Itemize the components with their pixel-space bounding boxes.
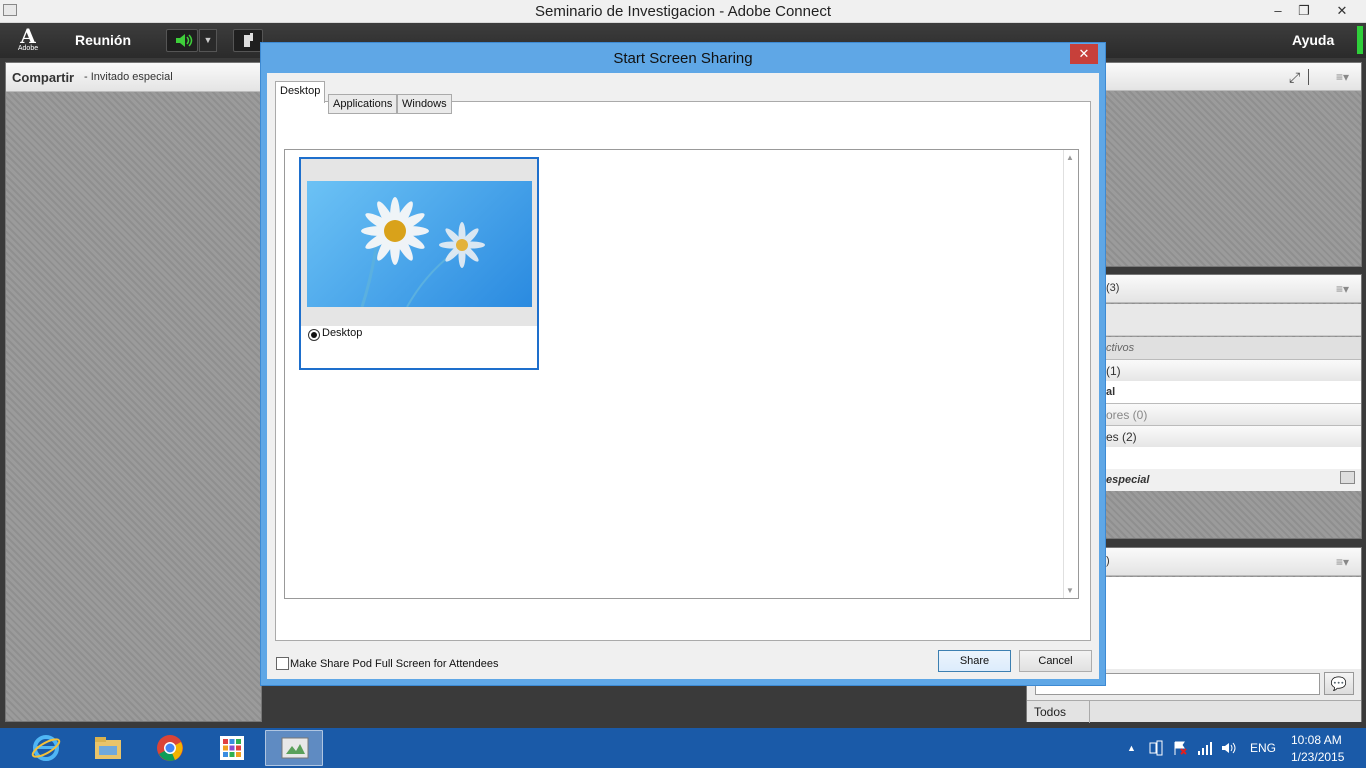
desktop-option-tile[interactable]: Desktop — [299, 157, 539, 370]
desktop-thumbnail — [307, 181, 532, 307]
fullscreen-icon[interactable]: ⤢ — [1289, 69, 1300, 86]
taskbar-file-explorer[interactable] — [79, 730, 137, 766]
adobe-connect-icon — [281, 737, 309, 759]
volume-icon[interactable] — [1220, 740, 1238, 756]
show-hidden-icons[interactable]: ▲ — [1127, 743, 1136, 753]
share-button[interactable]: Share — [938, 650, 1011, 672]
dialog-body: Desktop ▲ ▼ Make Share Pod Full Screen f… — [267, 73, 1099, 679]
scroll-down-icon[interactable]: ▼ — [1066, 586, 1074, 595]
tab-windows[interactable]: Windows — [397, 94, 452, 114]
minimize-button[interactable]: – — [1264, 0, 1292, 22]
speaker-options-caret[interactable]: ▼ — [199, 29, 217, 52]
desktop-radio[interactable] — [308, 329, 320, 341]
window-title: Seminario de Investigacion - Adobe Conne… — [534, 3, 831, 20]
share-pod: Compartir - Invitado especial — [5, 62, 262, 722]
pod-menu-icon[interactable]: ≡▾ — [1336, 555, 1349, 569]
meeting-menu[interactable]: Reunión — [75, 32, 131, 48]
taskbar-adobe-connect[interactable] — [265, 730, 323, 766]
attendee-count: (3) — [1106, 282, 1120, 294]
webcam-status-icon — [1340, 471, 1355, 484]
share-source-list: Desktop ▲ ▼ — [284, 149, 1079, 599]
action-center-flag-icon[interactable] — [1172, 740, 1188, 756]
close-window-button[interactable]: ✕ — [1326, 0, 1358, 22]
share-pod-title: Compartir — [12, 70, 75, 85]
window-title-bar: Seminario de Investigacion - Adobe Conne… — [0, 0, 1366, 23]
fullscreen-checkbox-label: Make Share Pod Full Screen for Attendees — [290, 658, 499, 670]
adobe-logo: A Adobe — [17, 24, 39, 52]
share-pod-header: Compartir - Invitado especial — [6, 63, 261, 92]
taskbar-apps[interactable] — [203, 730, 261, 766]
daisy-wallpaper-image — [360, 197, 485, 307]
start-screen-sharing-dialog: Start Screen Sharing ✕ Desktop ▲ ▼ Make … — [260, 42, 1106, 686]
file-explorer-icon — [95, 737, 121, 759]
network-signal-icon[interactable] — [1197, 740, 1213, 756]
speaker-icon — [176, 34, 193, 47]
desktop-option-label: Desktop — [322, 327, 363, 339]
raise-hand-icon — [244, 33, 253, 47]
pod-menu-icon[interactable]: ≡▾ — [1336, 70, 1349, 84]
tab-panel: Desktop ▲ ▼ — [275, 101, 1091, 641]
internet-explorer-icon — [31, 735, 61, 761]
connection-status-indicator — [1357, 26, 1363, 54]
pod-menu-icon[interactable]: ≡▾ — [1336, 282, 1349, 296]
chat-recipient-bar: Todos — [1027, 700, 1361, 723]
apps-icon — [220, 736, 244, 760]
help-menu[interactable]: Ayuda — [1292, 32, 1334, 48]
fullscreen-checkbox[interactable] — [276, 657, 289, 670]
dialog-close-button[interactable]: ✕ — [1070, 44, 1098, 64]
speaker-button[interactable] — [166, 29, 198, 52]
taskbar-internet-explorer[interactable] — [17, 730, 75, 766]
device-icon[interactable] — [1148, 740, 1164, 756]
restore-button[interactable]: ❐ — [1290, 0, 1318, 22]
list-scrollbar[interactable]: ▲ ▼ — [1063, 150, 1078, 598]
chat-pod-title: ) — [1106, 555, 1110, 567]
chrome-icon — [157, 735, 183, 761]
clock-date[interactable]: 1/23/2015 — [1291, 750, 1344, 764]
tab-applications[interactable]: Applications — [328, 94, 398, 114]
scroll-up-icon[interactable]: ▲ — [1066, 153, 1074, 162]
raise-hand-button[interactable] — [233, 29, 263, 52]
taskbar-chrome[interactable] — [141, 730, 199, 766]
windows-taskbar: ▲ ENG 10:08 AM 1/23/2015 — [0, 728, 1366, 768]
chat-recipient-tab[interactable]: Todos — [1034, 705, 1066, 719]
share-pod-subtitle: - Invitado especial — [84, 71, 173, 83]
chat-bubble-icon: 💬 — [1330, 676, 1348, 691]
cancel-button[interactable]: Cancel — [1019, 650, 1092, 672]
send-chat-button[interactable]: 💬 — [1324, 672, 1354, 695]
input-language[interactable]: ENG — [1250, 741, 1276, 755]
clock-time[interactable]: 10:08 AM — [1291, 733, 1342, 747]
tab-desktop[interactable]: Desktop — [275, 81, 326, 103]
dialog-title: Start Screen Sharing — [613, 50, 753, 67]
